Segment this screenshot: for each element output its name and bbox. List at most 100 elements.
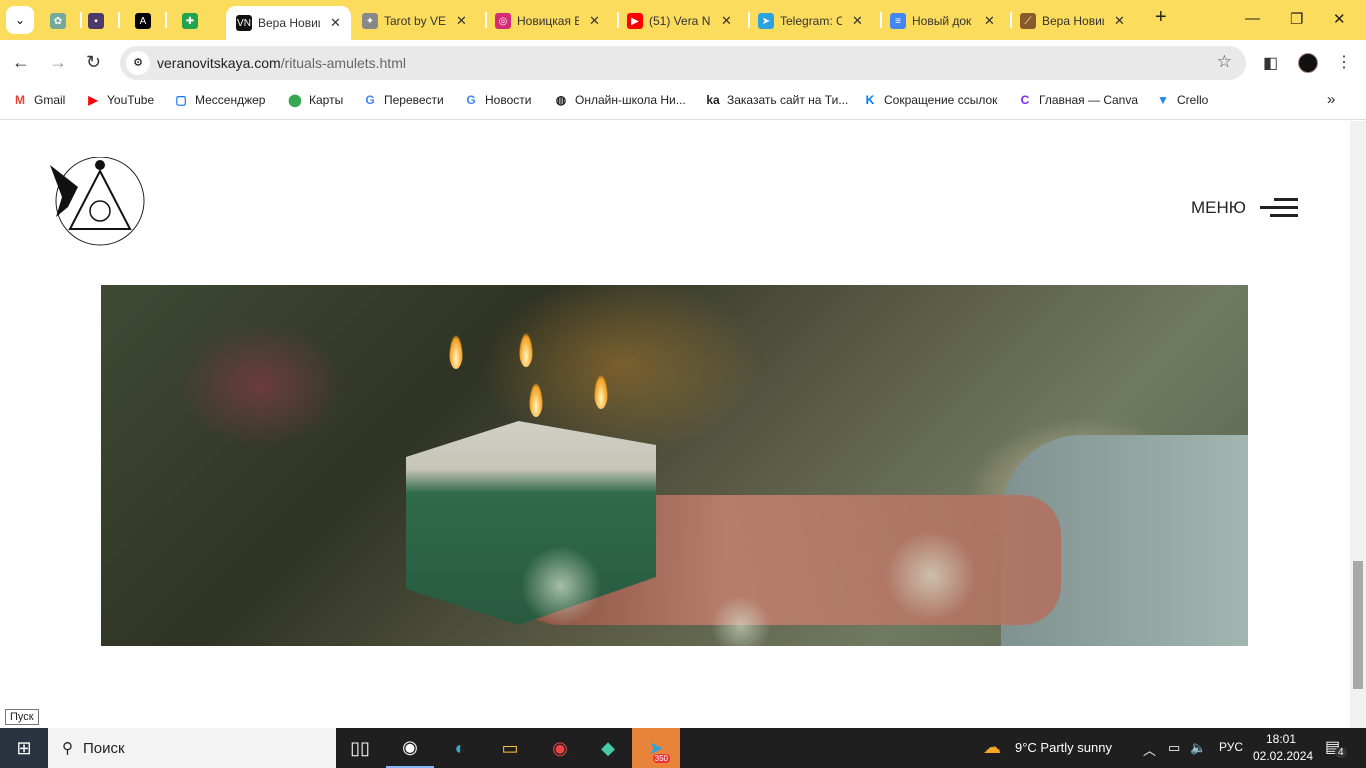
weather-icon[interactable]: ☁ — [983, 737, 1001, 758]
crello-icon: ▼ — [1157, 93, 1169, 107]
canva-icon: C — [1020, 93, 1030, 107]
minimize-button[interactable]: — — [1245, 10, 1260, 27]
notification-count: 4 — [1335, 747, 1347, 758]
close-tab-icon[interactable]: ✕ — [721, 13, 732, 29]
language-indicator[interactable]: РУС — [1219, 740, 1243, 754]
site-info-icon[interactable]: ⚙ — [126, 51, 150, 75]
tab-bar: ⌄ ✿ ▪ A ✚ VN Вера Новицкая ✕ ✦ Tarot by VERA ✕ ◎ Но… — [0, 0, 1366, 40]
bookmark-label: Онлайн-школа Ни... — [575, 93, 686, 107]
bookmark-item[interactable]: ka Заказать сайт на Ти... — [705, 93, 848, 107]
bookmark-item[interactable]: G Перевести — [362, 93, 444, 107]
url-host: veranovitskaya.com — [157, 55, 281, 71]
bookmark-item[interactable]: M Gmail — [12, 93, 65, 107]
file-explorer-icon[interactable]: ▭ — [486, 728, 534, 768]
new-tab-button[interactable]: + — [1155, 6, 1167, 29]
bookmark-item[interactable]: ▶ YouTube — [85, 93, 154, 107]
close-tab-icon[interactable]: ✕ — [589, 13, 600, 29]
back-button[interactable]: ← — [12, 52, 30, 73]
tab-search-button[interactable]: ⌄ — [6, 6, 34, 34]
bookmark-label: Карты — [309, 93, 344, 107]
start-button[interactable]: ⊞ — [0, 728, 48, 768]
tab[interactable]: ▪ — [88, 8, 104, 34]
profile-avatar[interactable] — [1298, 53, 1318, 73]
task-view-icon[interactable]: ▯▯ — [336, 728, 384, 768]
tab-separator — [118, 12, 120, 28]
tab[interactable]: ✿ — [50, 8, 66, 34]
globe-icon: ◍ — [555, 93, 567, 107]
chrome-yellow-icon[interactable]: ◉ — [386, 728, 434, 768]
url-path: /rituals-amulets.html — [280, 55, 406, 71]
tab-title: Telegram: C — [780, 14, 842, 28]
menu-kebab-icon[interactable]: ⋮ — [1336, 52, 1352, 72]
clock-date[interactable]: 02.02.2024 — [1253, 749, 1313, 763]
bookmark-item[interactable]: ▢ Мессенджер — [173, 93, 265, 107]
menu-button[interactable]: МЕНЮ — [1191, 193, 1298, 222]
taskbar: ⊞ ⚲ Поиск ▯▯ ◉ ◐ ▭ ◉ ◆ ➤ 350 ☁ 9°C Partly … — [0, 728, 1366, 768]
clock-time[interactable]: 18:01 — [1266, 732, 1296, 746]
tilda-icon: ka — [706, 93, 720, 107]
tab[interactable]: A — [135, 8, 151, 34]
telescope-icon: ⟋ — [1020, 13, 1036, 29]
telegram-badge: 350 — [652, 754, 670, 763]
weather-text[interactable]: 9°C Partly sunny — [1015, 740, 1112, 755]
close-tab-icon[interactable]: ✕ — [456, 13, 467, 29]
bookmark-label: Сокращение ссылок — [884, 93, 998, 107]
edge-icon[interactable]: ◐ — [436, 728, 484, 768]
tab[interactable]: ≡ Новый док ✕ — [890, 8, 995, 34]
bookmark-item[interactable]: C Главная — Canva — [1017, 93, 1138, 107]
bookmark-label: Мессенджер — [195, 93, 266, 107]
tab-title: Вера Новицкая — [1042, 14, 1104, 28]
bookmark-label: YouTube — [107, 93, 155, 107]
bookmark-item[interactable]: K Сокращение ссылок — [862, 93, 998, 107]
tab[interactable]: ➤ Telegram: C ✕ — [758, 8, 863, 34]
tab[interactable]: ✚ — [182, 8, 198, 34]
more-bookmarks-icon[interactable]: » — [1327, 91, 1335, 108]
site-logo[interactable] — [48, 157, 148, 249]
bookmark-label: Перевести — [384, 93, 444, 107]
tab[interactable]: ▶ (51) Vera N ✕ — [627, 8, 732, 34]
close-tab-icon[interactable]: ✕ — [1114, 13, 1125, 29]
green-cross-icon: ✚ — [182, 13, 198, 29]
tab[interactable]: ⟋ Вера Новицкая ✕ — [1020, 8, 1125, 34]
flame — [529, 383, 543, 417]
chrome-icon[interactable]: ◉ — [536, 728, 584, 768]
close-tab-icon[interactable]: ✕ — [984, 13, 995, 29]
news-icon: G — [466, 93, 476, 107]
bookmarks-bar: M Gmail ▶ YouTube ▢ Мессенджер ⬤ Карты G Перевест… — [0, 86, 1366, 120]
forward-button[interactable]: → — [49, 52, 67, 73]
telegram-icon[interactable]: ➤ 350 — [632, 728, 680, 768]
close-window-button[interactable]: ✕ — [1333, 10, 1346, 28]
tab[interactable]: VN Вера Новицкая ✕ — [226, 6, 351, 40]
search-icon: ⚲ — [62, 740, 73, 757]
tab-title: Вера Новицкая — [258, 16, 320, 30]
flame — [519, 333, 533, 367]
tab[interactable]: ✦ Tarot by VERA ✕ — [362, 8, 467, 34]
battery-icon[interactable]: ▭ — [1168, 740, 1180, 756]
app-icon[interactable]: ◆ — [584, 728, 632, 768]
bookmark-item[interactable]: ▼ Crello — [1155, 93, 1208, 107]
letter-a-icon: A — [135, 13, 151, 29]
bookmark-item[interactable]: ⬤ Карты — [287, 93, 343, 107]
close-tab-icon[interactable]: ✕ — [330, 15, 341, 31]
tab-title: Tarot by VERA — [384, 14, 446, 28]
scrollbar[interactable] — [1350, 121, 1366, 728]
scrollbar-thumb[interactable] — [1353, 561, 1363, 689]
maps-icon: ⬤ — [288, 93, 302, 107]
taskbar-search[interactable]: ⚲ Поиск — [48, 728, 336, 768]
tab[interactable]: ◎ Новицкая Вера ✕ — [495, 8, 600, 34]
messenger-icon: ▢ — [175, 93, 187, 107]
show-hidden-icons[interactable]: ︿ — [1143, 740, 1156, 759]
bookmark-item[interactable]: ◍ Онлайн-школа Ни... — [553, 93, 686, 107]
side-panel-icon[interactable]: ◧ — [1263, 53, 1278, 73]
close-tab-icon[interactable]: ✕ — [852, 13, 863, 29]
bookmark-item[interactable]: G Новости — [463, 93, 531, 107]
reload-button[interactable]: ↻ — [86, 52, 101, 73]
restore-button[interactable]: ❐ — [1290, 10, 1303, 28]
notifications-icon[interactable]: ▤ 4 — [1325, 737, 1347, 758]
browser-toolbar: ← → ↻ ⚙ veranovitskaya.com/rituals-amule… — [0, 40, 1366, 86]
bookmark-star-icon[interactable]: ☆ — [1217, 52, 1232, 72]
gmail-icon: M — [15, 93, 25, 107]
url-text[interactable]: veranovitskaya.com/rituals-amulets.html — [157, 55, 406, 71]
volume-icon[interactable]: 🔈 — [1190, 740, 1206, 756]
address-bar[interactable]: ⚙ veranovitskaya.com/rituals-amulets.htm… — [120, 46, 1246, 80]
